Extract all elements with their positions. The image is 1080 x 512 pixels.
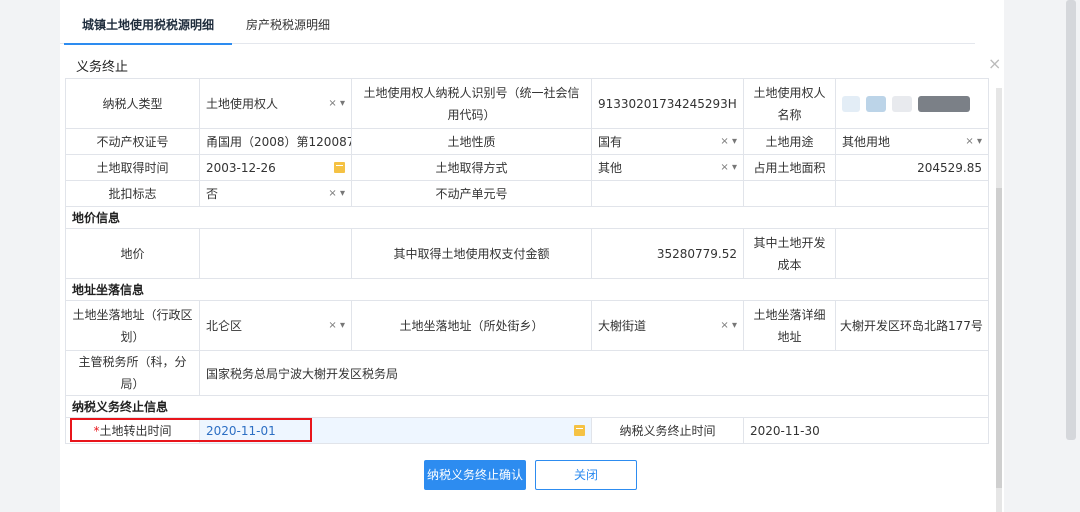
chevron-down-icon[interactable]: ▾ bbox=[732, 320, 737, 331]
empty-cell bbox=[835, 180, 989, 207]
table-row: 批扣标志 否 × ▾ 不动产单元号 bbox=[65, 180, 989, 207]
district-label: 土地坐落地址（行政区划） bbox=[65, 300, 200, 351]
tab-property-tax[interactable]: 房产税税源明细 bbox=[246, 0, 330, 44]
table-row: 地价 其中取得土地使用权支付金额 35280779.52 其中土地开发成本 bbox=[65, 228, 989, 279]
taxpayer-type-value: 土地使用权人 bbox=[206, 97, 279, 111]
confirm-termination-button[interactable]: 纳税义务终止确认 bbox=[424, 460, 526, 490]
transfer-time-label-text: 土地转出时间 bbox=[99, 423, 172, 438]
withhold-label: 批扣标志 bbox=[65, 180, 200, 207]
group-row: 地址坐落信息 bbox=[65, 278, 989, 301]
price-label: 地价 bbox=[65, 228, 200, 279]
street-value: 大榭街道 bbox=[598, 319, 647, 333]
transfer-time-label: *土地转出时间 bbox=[65, 417, 200, 444]
table-row: *土地转出时间 2020-11-01 纳税义务终止时间 2020-11-30 bbox=[65, 417, 989, 444]
section-title: 义务终止 bbox=[76, 60, 129, 75]
street-label: 土地坐落地址（所处街乡） bbox=[351, 300, 592, 351]
land-user-name-label: 土地使用权人名称 bbox=[743, 78, 836, 129]
empty-cell bbox=[743, 180, 836, 207]
clear-icon[interactable]: × bbox=[328, 188, 336, 199]
chevron-down-icon[interactable]: ▾ bbox=[340, 320, 345, 331]
acq-method-label: 土地取得方式 bbox=[351, 154, 592, 181]
withhold-value: 否 bbox=[206, 187, 219, 201]
cert-label: 不动产权证号 bbox=[65, 128, 200, 155]
taxpayer-type-select[interactable]: 土地使用权人 × ▾ bbox=[199, 78, 352, 129]
detail-address-value: 大榭开发区环岛北路177号 bbox=[835, 300, 989, 351]
calendar-icon[interactable] bbox=[334, 162, 345, 173]
area-value: 204529.85 bbox=[835, 154, 989, 181]
price-value bbox=[199, 228, 352, 279]
table-row: 不动产权证号 甬国用（2008）第1200876号 土地性质 国有 × ▾ 土地… bbox=[65, 128, 989, 155]
table-row: 土地坐落地址（行政区划） 北仑区 × ▾ 土地坐落地址（所处街乡） 大榭街道 ×… bbox=[65, 300, 989, 351]
tab-urban-land-tax[interactable]: 城镇土地使用税税源明细 bbox=[63, 0, 233, 45]
chevron-down-icon[interactable]: ▾ bbox=[732, 136, 737, 147]
clear-icon[interactable]: × bbox=[720, 320, 728, 331]
area-label: 占用土地面积 bbox=[743, 154, 836, 181]
clear-icon[interactable]: × bbox=[720, 162, 728, 173]
land-nature-select[interactable]: 国有 × ▾ bbox=[591, 128, 744, 155]
page-scrollbar[interactable] bbox=[1066, 0, 1076, 440]
end-time-label: 纳税义务终止时间 bbox=[591, 417, 744, 444]
redacted-name-image bbox=[842, 95, 982, 112]
group-termination-info: 纳税义务终止信息 bbox=[65, 395, 989, 418]
office-label: 主管税务所（科，分局） bbox=[65, 350, 200, 396]
withhold-select[interactable]: 否 × ▾ bbox=[199, 180, 352, 207]
land-nature-label: 土地性质 bbox=[351, 128, 592, 155]
clear-icon[interactable]: × bbox=[328, 98, 336, 109]
acq-time-datepicker[interactable]: 2003-12-26 bbox=[199, 154, 352, 181]
chevron-down-icon[interactable]: ▾ bbox=[977, 136, 982, 147]
calendar-icon[interactable] bbox=[574, 425, 585, 436]
taxpayer-id-label: 土地使用权人纳税人识别号（统一社会信用代码） bbox=[351, 78, 592, 129]
unit-no-label: 不动产单元号 bbox=[351, 180, 592, 207]
chevron-down-icon[interactable]: ▾ bbox=[340, 188, 345, 199]
dialog-scrollbar[interactable] bbox=[996, 88, 1002, 512]
land-use-select[interactable]: 其他用地 × ▾ bbox=[835, 128, 989, 155]
end-time-value: 2020-11-30 bbox=[743, 417, 989, 444]
dev-cost-value bbox=[835, 228, 989, 279]
table-row: 土地取得时间 2003-12-26 土地取得方式 其他 × ▾ 占用土地面积 2… bbox=[65, 154, 989, 181]
office-value: 国家税务总局宁波大榭开发区税务局 bbox=[199, 350, 989, 396]
transfer-time-value: 2020-11-01 bbox=[206, 423, 276, 438]
acq-fee-value: 35280779.52 bbox=[591, 228, 744, 279]
detail-table: 纳税人类型 土地使用权人 × ▾ 土地使用权人纳税人识别号（统一社会信用代码） … bbox=[65, 78, 989, 444]
chevron-down-icon[interactable]: ▾ bbox=[732, 162, 737, 173]
clear-icon[interactable]: × bbox=[328, 320, 336, 331]
detail-address-label: 土地坐落详细地址 bbox=[743, 300, 836, 351]
clear-icon[interactable]: × bbox=[965, 136, 973, 147]
close-icon[interactable]: × bbox=[988, 54, 1001, 73]
group-price-info: 地价信息 bbox=[65, 206, 989, 229]
transfer-time-datepicker[interactable]: 2020-11-01 bbox=[199, 417, 592, 444]
clear-icon[interactable]: × bbox=[720, 136, 728, 147]
district-value: 北仑区 bbox=[206, 319, 243, 333]
dialog-scroll-thumb[interactable] bbox=[996, 188, 1002, 488]
land-use-label: 土地用途 bbox=[743, 128, 836, 155]
acq-time-value: 2003-12-26 bbox=[206, 160, 276, 175]
acq-fee-label: 其中取得土地使用权支付金额 bbox=[351, 228, 592, 279]
street-select[interactable]: 大榭街道 × ▾ bbox=[591, 300, 744, 351]
taxpayer-id-value: 91330201734245293H bbox=[591, 78, 744, 129]
taxpayer-type-label: 纳税人类型 bbox=[65, 78, 200, 129]
acq-time-label: 土地取得时间 bbox=[65, 154, 200, 181]
land-nature-value: 国有 bbox=[598, 135, 623, 149]
close-button[interactable]: 关闭 bbox=[535, 460, 637, 490]
dev-cost-label: 其中土地开发成本 bbox=[743, 228, 836, 279]
land-use-value: 其他用地 bbox=[842, 135, 891, 149]
cert-value: 甬国用（2008）第1200876号 bbox=[199, 128, 352, 155]
group-address-info: 地址坐落信息 bbox=[65, 278, 989, 301]
page: 城镇土地使用税税源明细 房产税税源明细 义务终止 × 纳税人类型 土地使用权人 … bbox=[0, 0, 1080, 512]
tab-bar: 城镇土地使用税税源明细 房产税税源明细 bbox=[60, 0, 975, 45]
table-row: 主管税务所（科，分局） 国家税务总局宁波大榭开发区税务局 bbox=[65, 350, 989, 396]
unit-no-value bbox=[591, 180, 744, 207]
land-user-name-value bbox=[835, 78, 989, 129]
group-row: 纳税义务终止信息 bbox=[65, 395, 989, 418]
acq-method-value: 其他 bbox=[598, 161, 623, 175]
group-row: 地价信息 bbox=[65, 206, 989, 229]
district-select[interactable]: 北仑区 × ▾ bbox=[199, 300, 352, 351]
chevron-down-icon[interactable]: ▾ bbox=[340, 98, 345, 109]
acq-method-select[interactable]: 其他 × ▾ bbox=[591, 154, 744, 181]
table-row: 纳税人类型 土地使用权人 × ▾ 土地使用权人纳税人识别号（统一社会信用代码） … bbox=[65, 78, 989, 129]
